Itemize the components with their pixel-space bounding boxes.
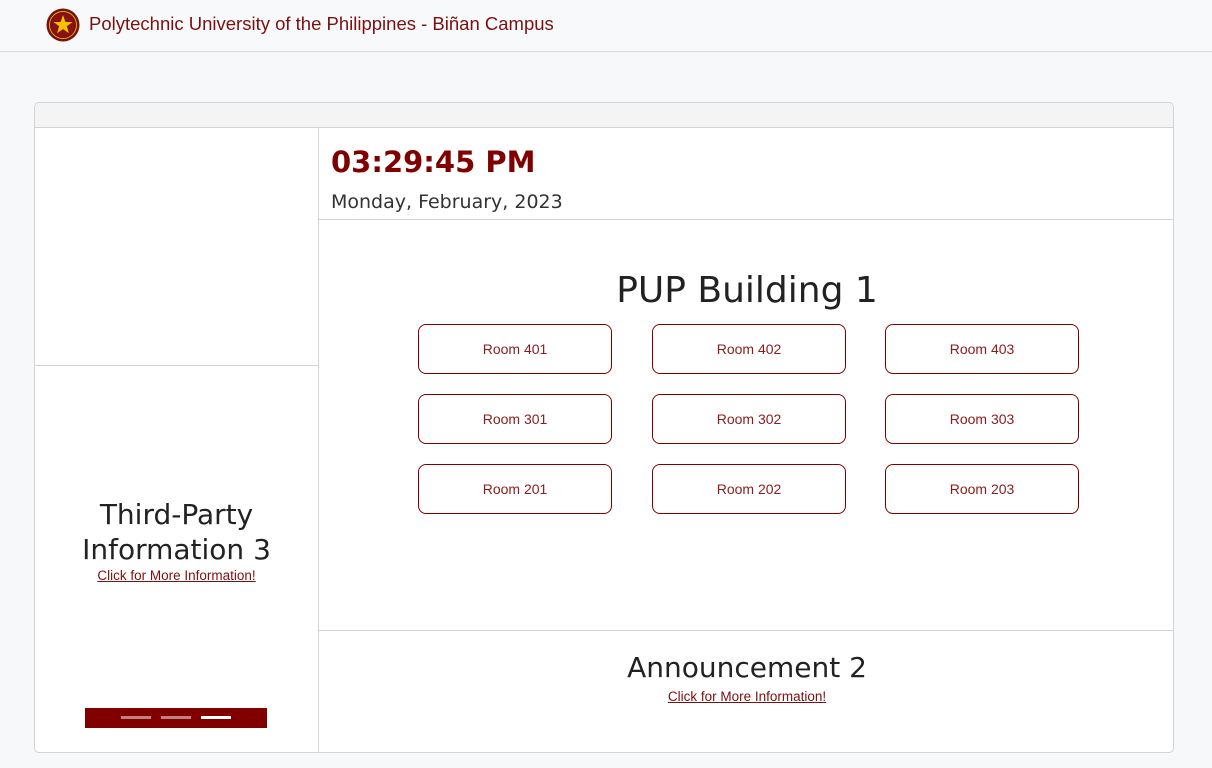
carousel-indicators	[85, 708, 267, 728]
left-top-panel	[35, 128, 318, 366]
dashboard-card: Third-Party Information 3 Click for More…	[34, 102, 1174, 753]
third-party-title-line2: Information 3	[82, 533, 271, 566]
third-party-more-info-link[interactable]: Click for More Information!	[35, 568, 318, 583]
carousel-indicator-3[interactable]	[201, 716, 231, 719]
building-panel: PUP Building 1 Room 401 Room 402 Room 40…	[319, 220, 1173, 631]
announcement-more-info-link[interactable]: Click for More Information!	[319, 689, 1173, 704]
right-column: 03:29:45 PM Monday, February, 2023 PUP B…	[319, 128, 1173, 752]
room-403-button[interactable]: Room 403	[885, 324, 1079, 374]
third-party-carousel: Third-Party Information 3 Click for More…	[35, 367, 318, 752]
room-203-button[interactable]: Room 203	[885, 464, 1079, 514]
third-party-title-line1: Third-Party	[99, 498, 254, 531]
carousel-indicator-1[interactable]	[121, 716, 151, 719]
room-201-button[interactable]: Room 201	[418, 464, 612, 514]
clock-date: Monday, February, 2023	[331, 191, 563, 213]
brand-title[interactable]: Polytechnic University of the Philippine…	[89, 13, 554, 35]
clock-time: 03:29:45 PM	[331, 145, 536, 179]
room-303-button[interactable]: Room 303	[885, 394, 1079, 444]
navbar: Polytechnic University of the Philippine…	[0, 0, 1212, 52]
card-header	[35, 103, 1173, 128]
third-party-title: Third-Party Information 3	[35, 497, 318, 567]
room-202-button[interactable]: Room 202	[652, 464, 846, 514]
room-301-button[interactable]: Room 301	[418, 394, 612, 444]
carousel-indicator-2[interactable]	[161, 716, 191, 719]
announcement-title: Announcement 2	[627, 651, 867, 684]
building-title: PUP Building 1	[616, 270, 878, 311]
room-401-button[interactable]: Room 401	[418, 324, 612, 374]
room-402-button[interactable]: Room 402	[652, 324, 846, 374]
room-302-button[interactable]: Room 302	[652, 394, 846, 444]
announcement-panel: Announcement 2 Click for More Informatio…	[319, 631, 1173, 752]
university-seal-icon[interactable]	[46, 8, 80, 42]
clock-panel: 03:29:45 PM Monday, February, 2023	[319, 128, 1173, 220]
left-column: Third-Party Information 3 Click for More…	[35, 128, 319, 752]
